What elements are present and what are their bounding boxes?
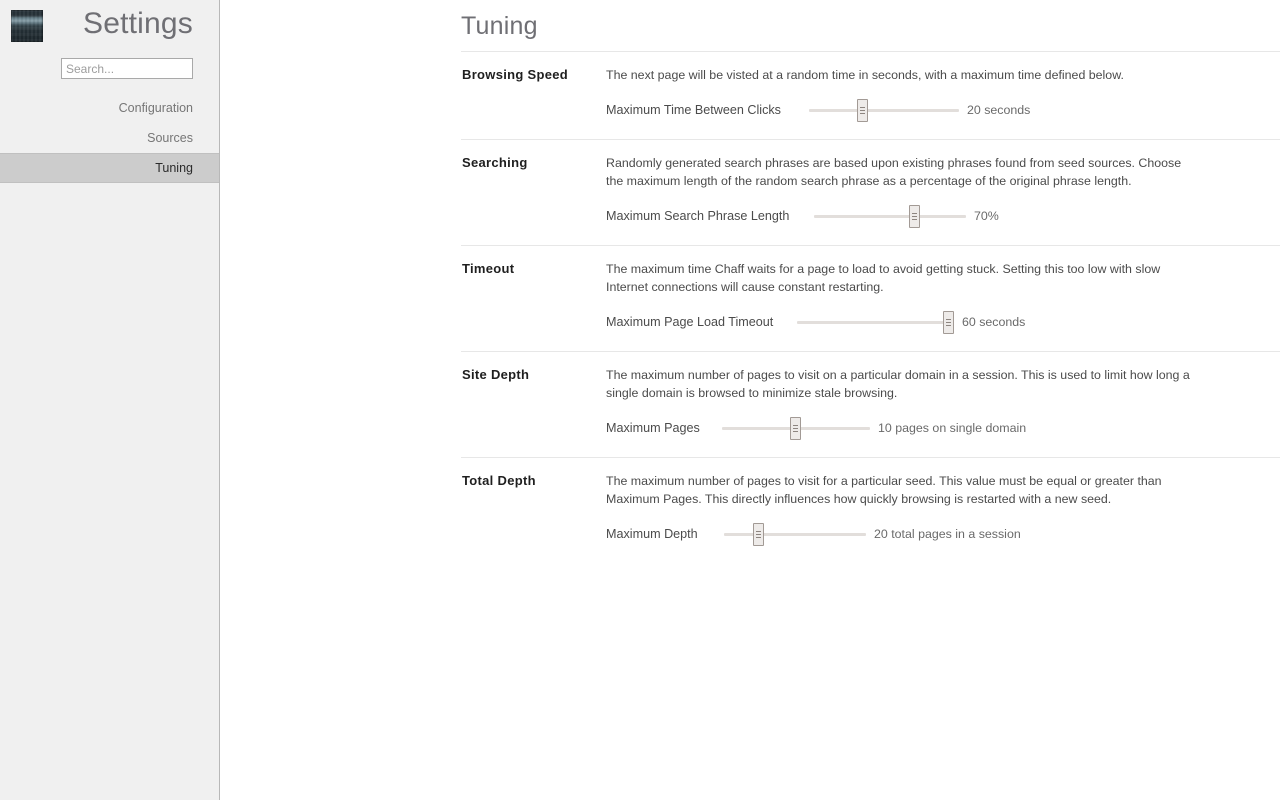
control-row-max-time-between-clicks: Maximum Time Between Clicks 20 seconds (606, 98, 1280, 122)
search-input[interactable] (61, 58, 193, 79)
slider-handle[interactable] (909, 204, 921, 228)
settings-window: Settings Configuration Sources Tuning Tu… (0, 0, 1280, 800)
slider-handle[interactable] (942, 310, 954, 334)
sidebar: Settings Configuration Sources Tuning (0, 0, 220, 800)
section-label: Total Depth (462, 472, 536, 488)
section-site-depth: Site Depth The maximum number of pages t… (461, 350, 1280, 457)
control-label: Maximum Depth (606, 526, 698, 541)
slider-track (724, 532, 866, 536)
sidebar-nav: Configuration Sources Tuning (0, 93, 219, 183)
control-value: 20 total pages in a session (874, 526, 1021, 541)
slider-handle[interactable] (789, 416, 801, 440)
sidebar-header: Settings (0, 0, 219, 50)
control-value: 70% (974, 208, 999, 223)
page-title: Tuning (461, 12, 538, 40)
section-total-depth: Total Depth The maximum number of pages … (461, 456, 1280, 563)
slider-max-page-load-timeout[interactable] (797, 310, 954, 334)
section-label: Timeout (462, 260, 515, 276)
control-label: Maximum Search Phrase Length (606, 208, 790, 223)
control-row-max-search-phrase-length: Maximum Search Phrase Length 70% (606, 204, 1280, 228)
section-browsing-speed: Browsing Speed The next page will be vis… (461, 51, 1280, 139)
main-content: Tuning Browsing Speed The next page will… (220, 0, 1280, 800)
control-row-max-depth: Maximum Depth 20 total pages in a sessio… (606, 522, 1280, 546)
control-row-max-page-load-timeout: Maximum Page Load Timeout 60 seconds (606, 310, 1280, 334)
section-body: The maximum number of pages to visit on … (606, 366, 1280, 457)
slider-max-depth[interactable] (724, 522, 866, 546)
section-description: The maximum time Chaff waits for a page … (606, 261, 1161, 295)
slider-handle[interactable] (856, 98, 868, 122)
control-label: Maximum Time Between Clicks (606, 102, 781, 117)
section-description: The maximum number of pages to visit for… (606, 473, 1162, 507)
slider-track (809, 108, 959, 112)
sidebar-item-configuration[interactable]: Configuration (0, 93, 219, 123)
control-row-max-pages: Maximum Pages 10 pages on single domain (606, 416, 1280, 440)
app-icon (11, 10, 43, 42)
slider-max-search-phrase-length[interactable] (814, 204, 966, 228)
slider-max-time-between-clicks[interactable] (809, 98, 959, 122)
sidebar-title: Settings (83, 7, 193, 40)
search-container (0, 58, 219, 79)
section-description: The next page will be visted at a random… (606, 68, 1124, 82)
control-label: Maximum Page Load Timeout (606, 314, 774, 329)
section-body: The maximum number of pages to visit for… (606, 472, 1280, 563)
section-body: The maximum time Chaff waits for a page … (606, 260, 1280, 351)
section-label: Site Depth (462, 366, 530, 382)
section-description: The maximum number of pages to visit on … (606, 367, 1190, 401)
control-value: 60 seconds (962, 314, 1026, 329)
control-value: 10 pages on single domain (878, 420, 1027, 435)
slider-track (814, 214, 966, 218)
section-label: Searching (462, 154, 528, 170)
control-label: Maximum Pages (606, 420, 700, 435)
section-label: Browsing Speed (462, 67, 569, 82)
sidebar-item-tuning[interactable]: Tuning (0, 153, 219, 183)
section-description: Randomly generated search phrases are ba… (606, 155, 1182, 189)
settings-sections: Browsing Speed The next page will be vis… (461, 51, 1280, 563)
section-searching: Searching Randomly generated search phra… (461, 138, 1280, 245)
sidebar-item-sources[interactable]: Sources (0, 123, 219, 153)
section-body: The next page will be visted at a random… (606, 66, 1280, 139)
section-body: Randomly generated search phrases are ba… (606, 154, 1280, 245)
control-value: 20 seconds (967, 102, 1031, 117)
slider-max-pages[interactable] (722, 416, 870, 440)
slider-handle[interactable] (753, 522, 765, 546)
slider-track (797, 320, 954, 324)
section-timeout: Timeout The maximum time Chaff waits for… (461, 244, 1280, 351)
